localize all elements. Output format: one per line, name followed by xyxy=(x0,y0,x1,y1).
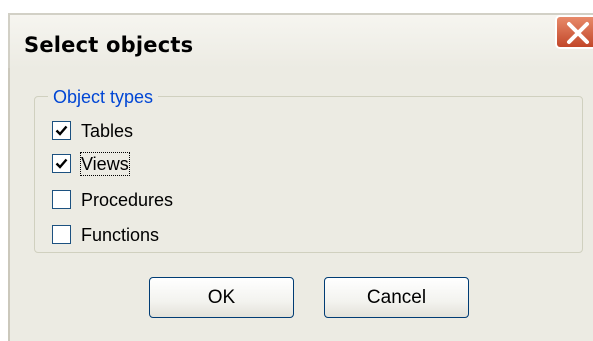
ok-button[interactable]: OK xyxy=(149,277,294,318)
checkbox-functions[interactable]: Functions xyxy=(50,223,210,249)
checkbox-box[interactable] xyxy=(52,190,71,209)
checkbox-label: Procedures xyxy=(81,190,174,210)
group-legend: Object types xyxy=(48,86,159,108)
checkmark-icon xyxy=(55,158,68,169)
select-objects-dialog: Select objects Object types Tables Views… xyxy=(0,0,593,341)
checkbox-label: Tables xyxy=(81,121,134,141)
checkbox-tables[interactable]: Tables xyxy=(50,119,185,145)
window-title: Select objects xyxy=(24,33,194,57)
checkmark-icon xyxy=(55,125,68,136)
cancel-button[interactable]: Cancel xyxy=(324,277,469,318)
checkbox-label: Functions xyxy=(81,225,160,245)
checkbox-box[interactable] xyxy=(52,154,71,173)
close-icon xyxy=(567,22,589,44)
checkbox-procedures[interactable]: Procedures xyxy=(50,188,220,214)
checkbox-label: Views xyxy=(80,152,130,176)
checkbox-views[interactable]: Views xyxy=(50,152,185,178)
checkbox-box[interactable] xyxy=(52,225,71,244)
close-button[interactable] xyxy=(555,15,593,49)
checkbox-box[interactable] xyxy=(52,121,71,140)
title-bar[interactable]: Select objects xyxy=(8,13,593,68)
